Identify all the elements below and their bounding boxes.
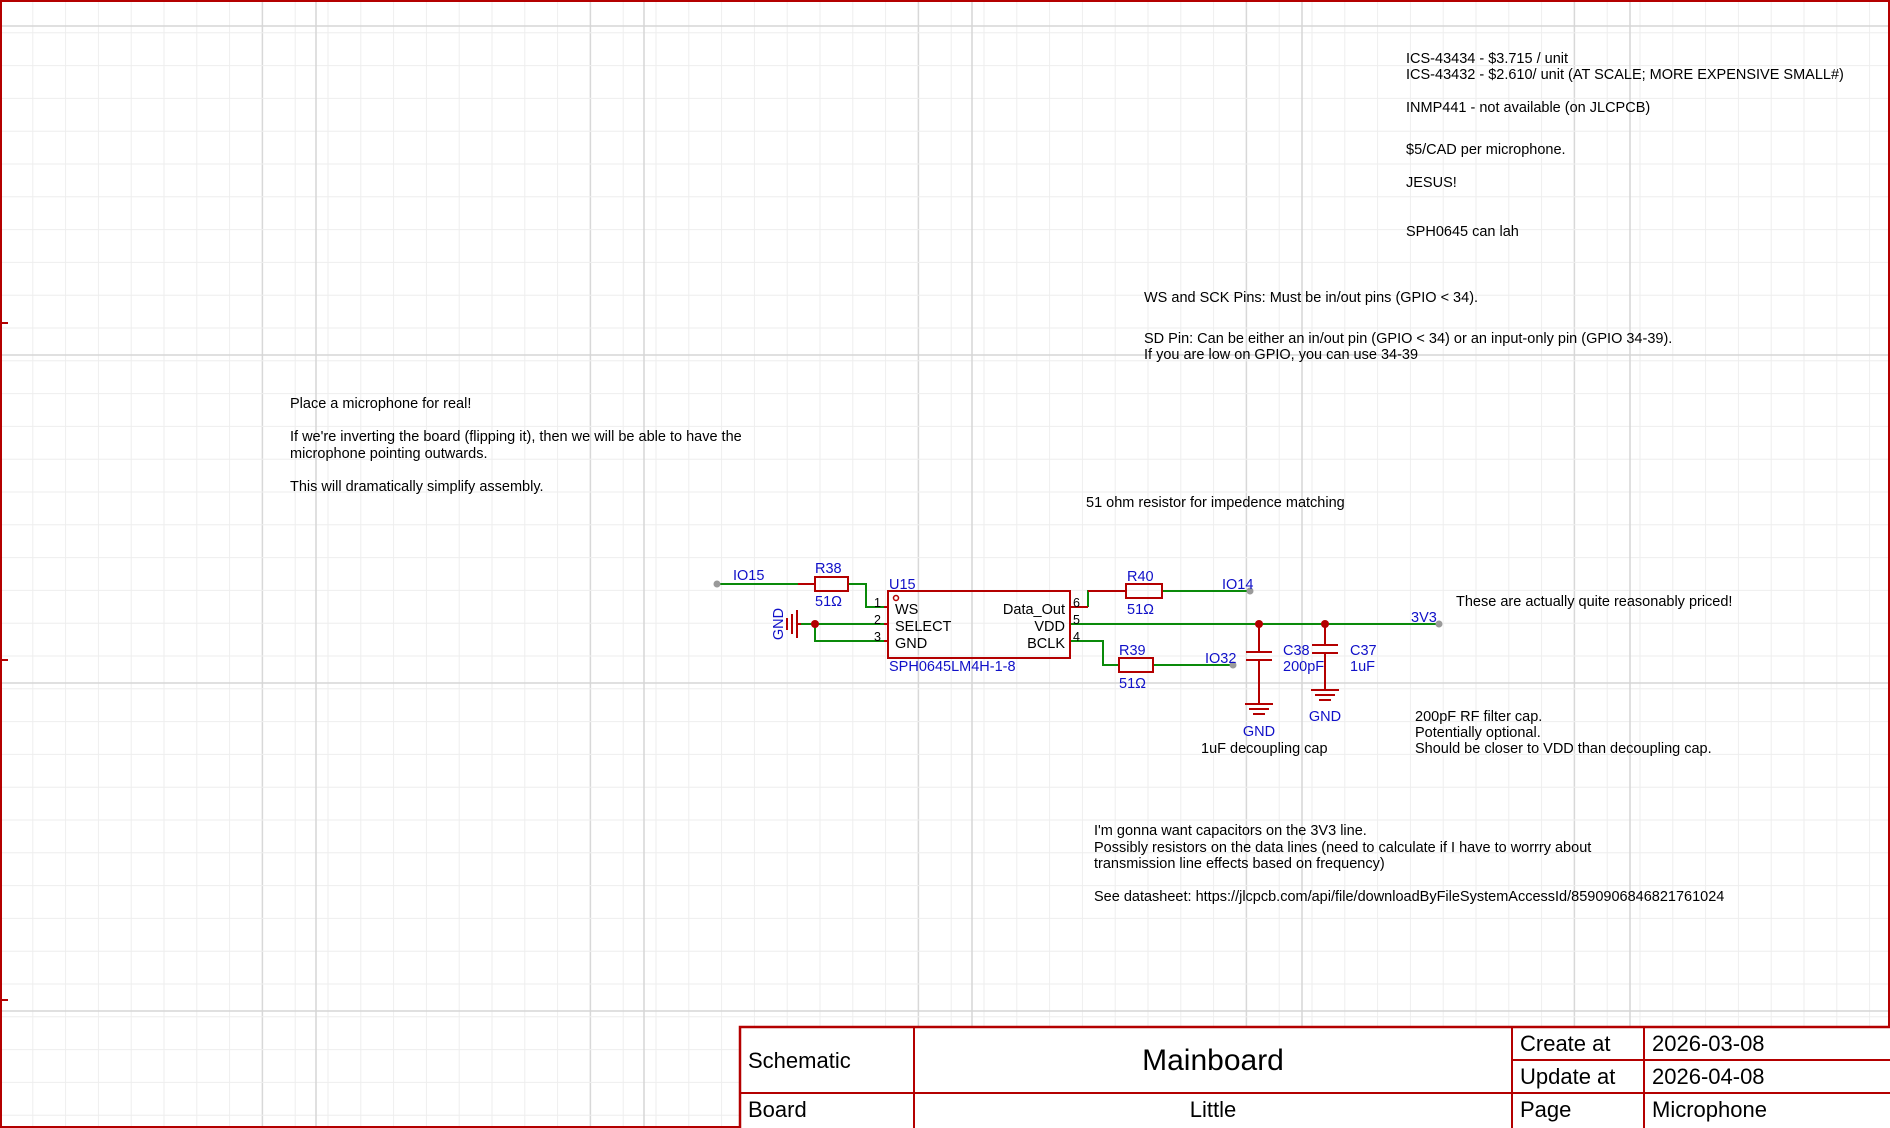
note-ws-sck: WS and SCK Pins: Must be in/out pins (GP… xyxy=(1144,290,1478,306)
tb-page-value: Microphone xyxy=(1652,1097,1767,1122)
r39-value: 51Ω xyxy=(1119,676,1146,692)
wire-dataout-r40[interactable] xyxy=(1087,590,1126,607)
pricing-notes: ICS-43434 - $3.715 / unit ICS-43432 - $2… xyxy=(1406,51,1844,240)
pin-name-ws: WS xyxy=(895,602,918,618)
note-jesus: JESUS! xyxy=(1406,175,1457,191)
pin-name-bclk: BCLK xyxy=(1027,636,1065,652)
pin-num-1: 1 xyxy=(874,596,881,610)
tb-board-label: Board xyxy=(748,1097,807,1122)
note-invert-1: If we're inverting the board (flipping i… xyxy=(290,429,742,445)
net-io15[interactable]: IO15 xyxy=(733,568,764,584)
pin-name-dataout: Data_Out xyxy=(1003,602,1065,618)
grid xyxy=(0,0,1890,1128)
note-place-mic: Place a microphone for real! xyxy=(290,396,471,412)
wire-bclk-r39[interactable] xyxy=(1070,640,1119,666)
junction-c38 xyxy=(1255,620,1263,628)
net-io14[interactable]: IO14 xyxy=(1222,577,1253,593)
note-simplify: This will dramatically simplify assembly… xyxy=(290,479,544,495)
c37-value: 1uF xyxy=(1350,659,1375,675)
c38-ref: C38 xyxy=(1283,643,1310,659)
note-inmp441: INMP441 - not available (on JLCPCB) xyxy=(1406,100,1650,116)
title-block: Schematic Mainboard Create at 2026-03-08… xyxy=(738,1025,1890,1128)
note-filter-1: 200pF RF filter cap. xyxy=(1415,709,1542,725)
note-filter-2: Potentially optional. xyxy=(1415,725,1541,741)
note-caps-3: transmission line effects based on frequ… xyxy=(1094,856,1385,872)
note-sd-pin-2: If you are low on GPIO, you can use 34-3… xyxy=(1144,347,1418,363)
pin-name-select: SELECT xyxy=(895,619,952,635)
pin-name-gnd: GND xyxy=(895,636,927,652)
note-sph-can: SPH0645 can lah xyxy=(1406,224,1519,240)
gnd-symbol-left[interactable]: GND xyxy=(771,608,801,640)
tb-create-value: 2026-03-08 xyxy=(1652,1031,1765,1056)
r38-ref: R38 xyxy=(815,561,842,577)
tb-create-label: Create at xyxy=(1520,1031,1611,1056)
note-ics43432: ICS-43432 - $2.610/ unit (AT SCALE; MORE… xyxy=(1406,67,1844,83)
c38-value: 200pF xyxy=(1283,659,1324,675)
resistor-r40[interactable]: R40 51Ω xyxy=(1088,569,1163,618)
note-ohm-matching: 51 ohm resistor for impedence matching xyxy=(1086,495,1345,511)
note-datasheet: See datasheet: https://jlcpcb.com/api/fi… xyxy=(1094,889,1724,905)
tb-update-value: 2026-04-08 xyxy=(1652,1064,1765,1089)
gnd-c38-label: GND xyxy=(1243,724,1275,740)
pin-num-6: 6 xyxy=(1073,596,1080,610)
junction-gnd xyxy=(811,620,819,628)
note-reasonable: These are actually quite reasonably pric… xyxy=(1456,594,1732,610)
pin-num-2: 2 xyxy=(874,613,881,627)
note-price-cad: $5/CAD per microphone. xyxy=(1406,142,1566,158)
net-end-io15 xyxy=(713,580,721,588)
sheet-border xyxy=(0,0,1890,1128)
note-filter-3: Should be closer to VDD than decoupling … xyxy=(1415,741,1712,757)
r39-ref: R39 xyxy=(1119,643,1146,659)
gpio-notes: WS and SCK Pins: Must be in/out pins (GP… xyxy=(1144,290,1672,363)
u15-ref: U15 xyxy=(889,577,916,593)
tb-title: Mainboard xyxy=(1142,1044,1284,1077)
u15-part: SPH0645LM4H-1-8 xyxy=(889,659,1016,675)
tb-page-label: Page xyxy=(1520,1097,1571,1122)
schematic-canvas: ICS-43434 - $3.715 / unit ICS-43432 - $2… xyxy=(0,0,1890,1128)
gnd-c37-label: GND xyxy=(1309,709,1341,725)
tb-type: Schematic xyxy=(748,1048,851,1073)
r40-value: 51Ω xyxy=(1127,602,1154,618)
tb-update-label: Update at xyxy=(1520,1064,1615,1089)
note-caps-1: I'm gonna want capacitors on the 3V3 lin… xyxy=(1094,823,1367,839)
junction-c37 xyxy=(1321,620,1329,628)
resistor-r38[interactable]: R38 51Ω xyxy=(798,561,849,610)
gnd-left-label: GND xyxy=(771,608,787,640)
net-io32[interactable]: IO32 xyxy=(1205,651,1236,667)
c37-ref: C37 xyxy=(1350,643,1377,659)
r38-value: 51Ω xyxy=(815,594,842,610)
filter-notes: 200pF RF filter cap. Potentially optiona… xyxy=(1415,709,1712,757)
placement-notes: Place a microphone for real! If we're in… xyxy=(290,396,742,495)
pin-num-4: 4 xyxy=(1073,630,1080,644)
note-decoupling: 1uF decoupling cap xyxy=(1201,741,1328,757)
net-3v3[interactable]: 3V3 xyxy=(1411,610,1437,626)
pin-num-5: 5 xyxy=(1073,613,1080,627)
tb-board-value: Little xyxy=(1190,1097,1236,1122)
note-sd-pin: SD Pin: Can be either an in/out pin (GPI… xyxy=(1144,331,1672,347)
pin-num-3: 3 xyxy=(874,630,881,644)
note-invert-2: microphone pointing outwards. xyxy=(290,446,487,462)
pin-name-vdd: VDD xyxy=(1034,619,1065,635)
note-caps-2: Possibly resistors on the data lines (ne… xyxy=(1094,840,1591,856)
note-ics43434: ICS-43434 - $3.715 / unit xyxy=(1406,51,1568,67)
r40-ref: R40 xyxy=(1127,569,1154,585)
ic-u15[interactable]: U15 SPH0645LM4H-1-8 1 2 3 WS SELECT GND … xyxy=(874,577,1088,675)
